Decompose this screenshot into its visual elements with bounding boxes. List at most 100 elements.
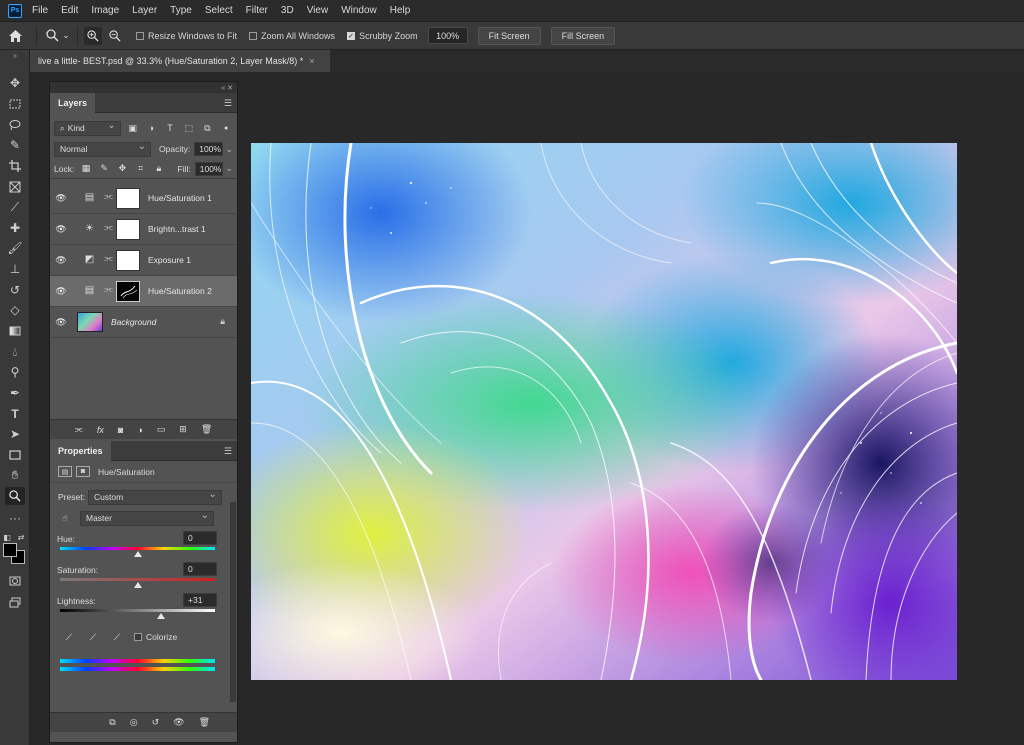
layer-hue-saturation-1[interactable]: 👁︎ ▤ ⫘ Hue/Saturation 1	[50, 183, 237, 214]
lasso-tool-icon[interactable]	[5, 116, 25, 134]
tab-layers[interactable]: Layers	[50, 92, 96, 113]
add-mask-icon[interactable]: ◙	[118, 425, 123, 435]
eraser-tool-icon[interactable]: ◇	[5, 301, 25, 319]
hue-slider-thumb[interactable]	[134, 551, 142, 557]
eye-icon[interactable]: 👁︎	[55, 317, 67, 327]
blend-mode-select[interactable]: Normal	[54, 141, 152, 157]
new-adjustment-layer-icon[interactable]: ◑	[137, 425, 142, 435]
layer-exposure-1[interactable]: 👁︎ ◩ ⫘ Exposure 1	[50, 245, 237, 276]
eyedropper-icon[interactable]: ⟋	[62, 630, 76, 644]
view-previous-icon[interactable]: ◎	[130, 717, 138, 728]
layer-mask-thumbnail[interactable]	[116, 219, 140, 240]
mask-icon[interactable]: ◙	[76, 466, 90, 477]
menu-layer[interactable]: Layer	[132, 5, 157, 16]
layer-hue-saturation-2[interactable]: 👁︎ ▤ ⫘ Hue/Saturation 2	[50, 276, 237, 307]
new-group-icon[interactable]: ▭	[157, 424, 166, 435]
tab-properties[interactable]: Properties	[50, 440, 111, 461]
collapse-icon[interactable]: « ✕	[221, 84, 233, 92]
reset-icon[interactable]: ↺	[152, 717, 160, 728]
resize-windows-checkbox[interactable]: Resize Windows to Fit	[136, 31, 237, 41]
path-selection-tool-icon[interactable]: ➤	[5, 425, 25, 443]
saturation-slider-thumb[interactable]	[134, 582, 142, 588]
frame-tool-icon[interactable]	[5, 178, 25, 196]
layer-brightness-contrast-1[interactable]: 👁︎ ☀︎ ⫘ Brightn...trast 1	[50, 214, 237, 245]
lightness-slider-thumb[interactable]	[157, 613, 165, 619]
layer-mask-thumbnail[interactable]	[116, 250, 140, 271]
shape-filter-icon[interactable]: ⬚	[182, 121, 196, 135]
pixel-filter-icon[interactable]: ▣	[126, 121, 140, 135]
layer-style-icon[interactable]: fx	[97, 425, 104, 435]
layer-mask-thumbnail[interactable]	[116, 281, 140, 302]
dodge-tool-icon[interactable]: ⚲	[5, 363, 25, 381]
menu-edit[interactable]: Edit	[61, 5, 78, 16]
fit-screen-button[interactable]: Fit Screen	[477, 26, 541, 45]
home-button[interactable]	[0, 22, 30, 50]
zoom-percent-field[interactable]: 100%	[427, 27, 468, 44]
marquee-tool-icon[interactable]	[5, 95, 25, 113]
eye-icon[interactable]: 👁︎	[173, 717, 184, 728]
colorize-checkbox[interactable]	[134, 633, 142, 641]
chevron-down-icon[interactable]: ⌄	[225, 163, 233, 174]
panel-menu-icon[interactable]: ☰	[224, 98, 232, 109]
menu-filter[interactable]: Filter	[246, 5, 268, 16]
eyedropper-tool-icon[interactable]: ⟋	[5, 198, 25, 216]
channel-select[interactable]: Master	[80, 510, 214, 526]
saturation-slider-track[interactable]	[60, 578, 215, 581]
eye-icon[interactable]: 👁︎	[55, 286, 67, 296]
gradient-tool-icon[interactable]	[5, 322, 25, 340]
type-tool-icon[interactable]: T	[5, 405, 25, 423]
rectangle-tool-icon[interactable]	[5, 446, 25, 464]
new-layer-icon[interactable]: ⊞	[179, 424, 187, 435]
delete-layer-icon[interactable]: 🗑︎	[201, 424, 212, 435]
scrubby-zoom-checkbox[interactable]: ✓ Scrubby Zoom	[347, 31, 418, 41]
adjustment-filter-icon[interactable]: ◑	[144, 121, 158, 135]
history-brush-tool-icon[interactable]: ↺	[5, 281, 25, 299]
link-layers-icon[interactable]: ⫘	[75, 424, 83, 435]
eyedropper-add-icon[interactable]: ⟋	[86, 630, 100, 644]
screen-mode-icon[interactable]	[5, 593, 25, 611]
properties-scrollbar[interactable]	[230, 502, 236, 702]
lightness-slider-track[interactable]	[60, 609, 215, 612]
layer-mask-thumbnail[interactable]	[116, 188, 140, 209]
foreground-color-swatch[interactable]	[3, 543, 17, 557]
menu-type[interactable]: Type	[170, 5, 192, 16]
zoom-tool-icon[interactable]	[5, 487, 25, 505]
layer-background[interactable]: 👁︎ Background 🔒︎	[50, 307, 237, 338]
preset-select[interactable]: Custom	[87, 489, 222, 505]
collapse-icon[interactable]: »	[5, 52, 25, 60]
eye-icon[interactable]: 👁︎	[55, 193, 67, 203]
menu-help[interactable]: Help	[390, 5, 411, 16]
menu-window[interactable]: Window	[341, 5, 377, 16]
hue-slider-track[interactable]	[60, 547, 215, 550]
zoom-tool-preset-button[interactable]	[43, 27, 61, 45]
more-tools-icon[interactable]: ···	[5, 509, 25, 527]
document-tab[interactable]: live a little- BEST.psd @ 33.3% (Hue/Sat…	[30, 50, 330, 72]
hue-sat-icon[interactable]: ▤	[58, 466, 72, 477]
layer-filter-select[interactable]: ⌕ Kind	[54, 120, 121, 136]
chevron-down-icon[interactable]: ⌄	[225, 144, 233, 155]
menu-3d[interactable]: 3D	[281, 5, 294, 16]
menu-image[interactable]: Image	[91, 5, 119, 16]
menu-select[interactable]: Select	[205, 5, 233, 16]
lightness-field[interactable]: +31	[183, 593, 217, 607]
healing-brush-tool-icon[interactable]: ✚	[5, 219, 25, 237]
panel-menu-icon[interactable]: ☰	[224, 446, 232, 457]
opacity-field[interactable]: 100%	[194, 142, 224, 156]
lock-all-icon[interactable]: 🔒︎	[152, 162, 165, 176]
delete-adjustment-icon[interactable]: 🗑︎	[199, 717, 210, 728]
hue-field[interactable]: 0	[183, 531, 217, 545]
lock-transparent-icon[interactable]: ▦	[79, 162, 92, 176]
eyedropper-subtract-icon[interactable]: ⟋	[110, 630, 124, 644]
menu-view[interactable]: View	[307, 5, 329, 16]
close-icon[interactable]: ×	[309, 56, 314, 66]
hand-tool-icon[interactable]: ✋︎	[5, 466, 25, 484]
fill-screen-button[interactable]: Fill Screen	[550, 26, 616, 45]
panel-collapse-bar[interactable]: « ✕	[50, 82, 237, 93]
targeted-adjustment-hand-icon[interactable]: ☝︎	[58, 511, 72, 525]
crop-tool-icon[interactable]	[5, 157, 25, 175]
menu-file[interactable]: File	[32, 5, 48, 16]
clone-stamp-tool-icon[interactable]: ⊥	[5, 260, 25, 278]
smart-object-filter-icon[interactable]: ⧉	[201, 121, 215, 135]
lock-position-icon[interactable]: ✥	[116, 162, 129, 176]
swap-colors-icon[interactable]: ⇄	[16, 528, 26, 546]
